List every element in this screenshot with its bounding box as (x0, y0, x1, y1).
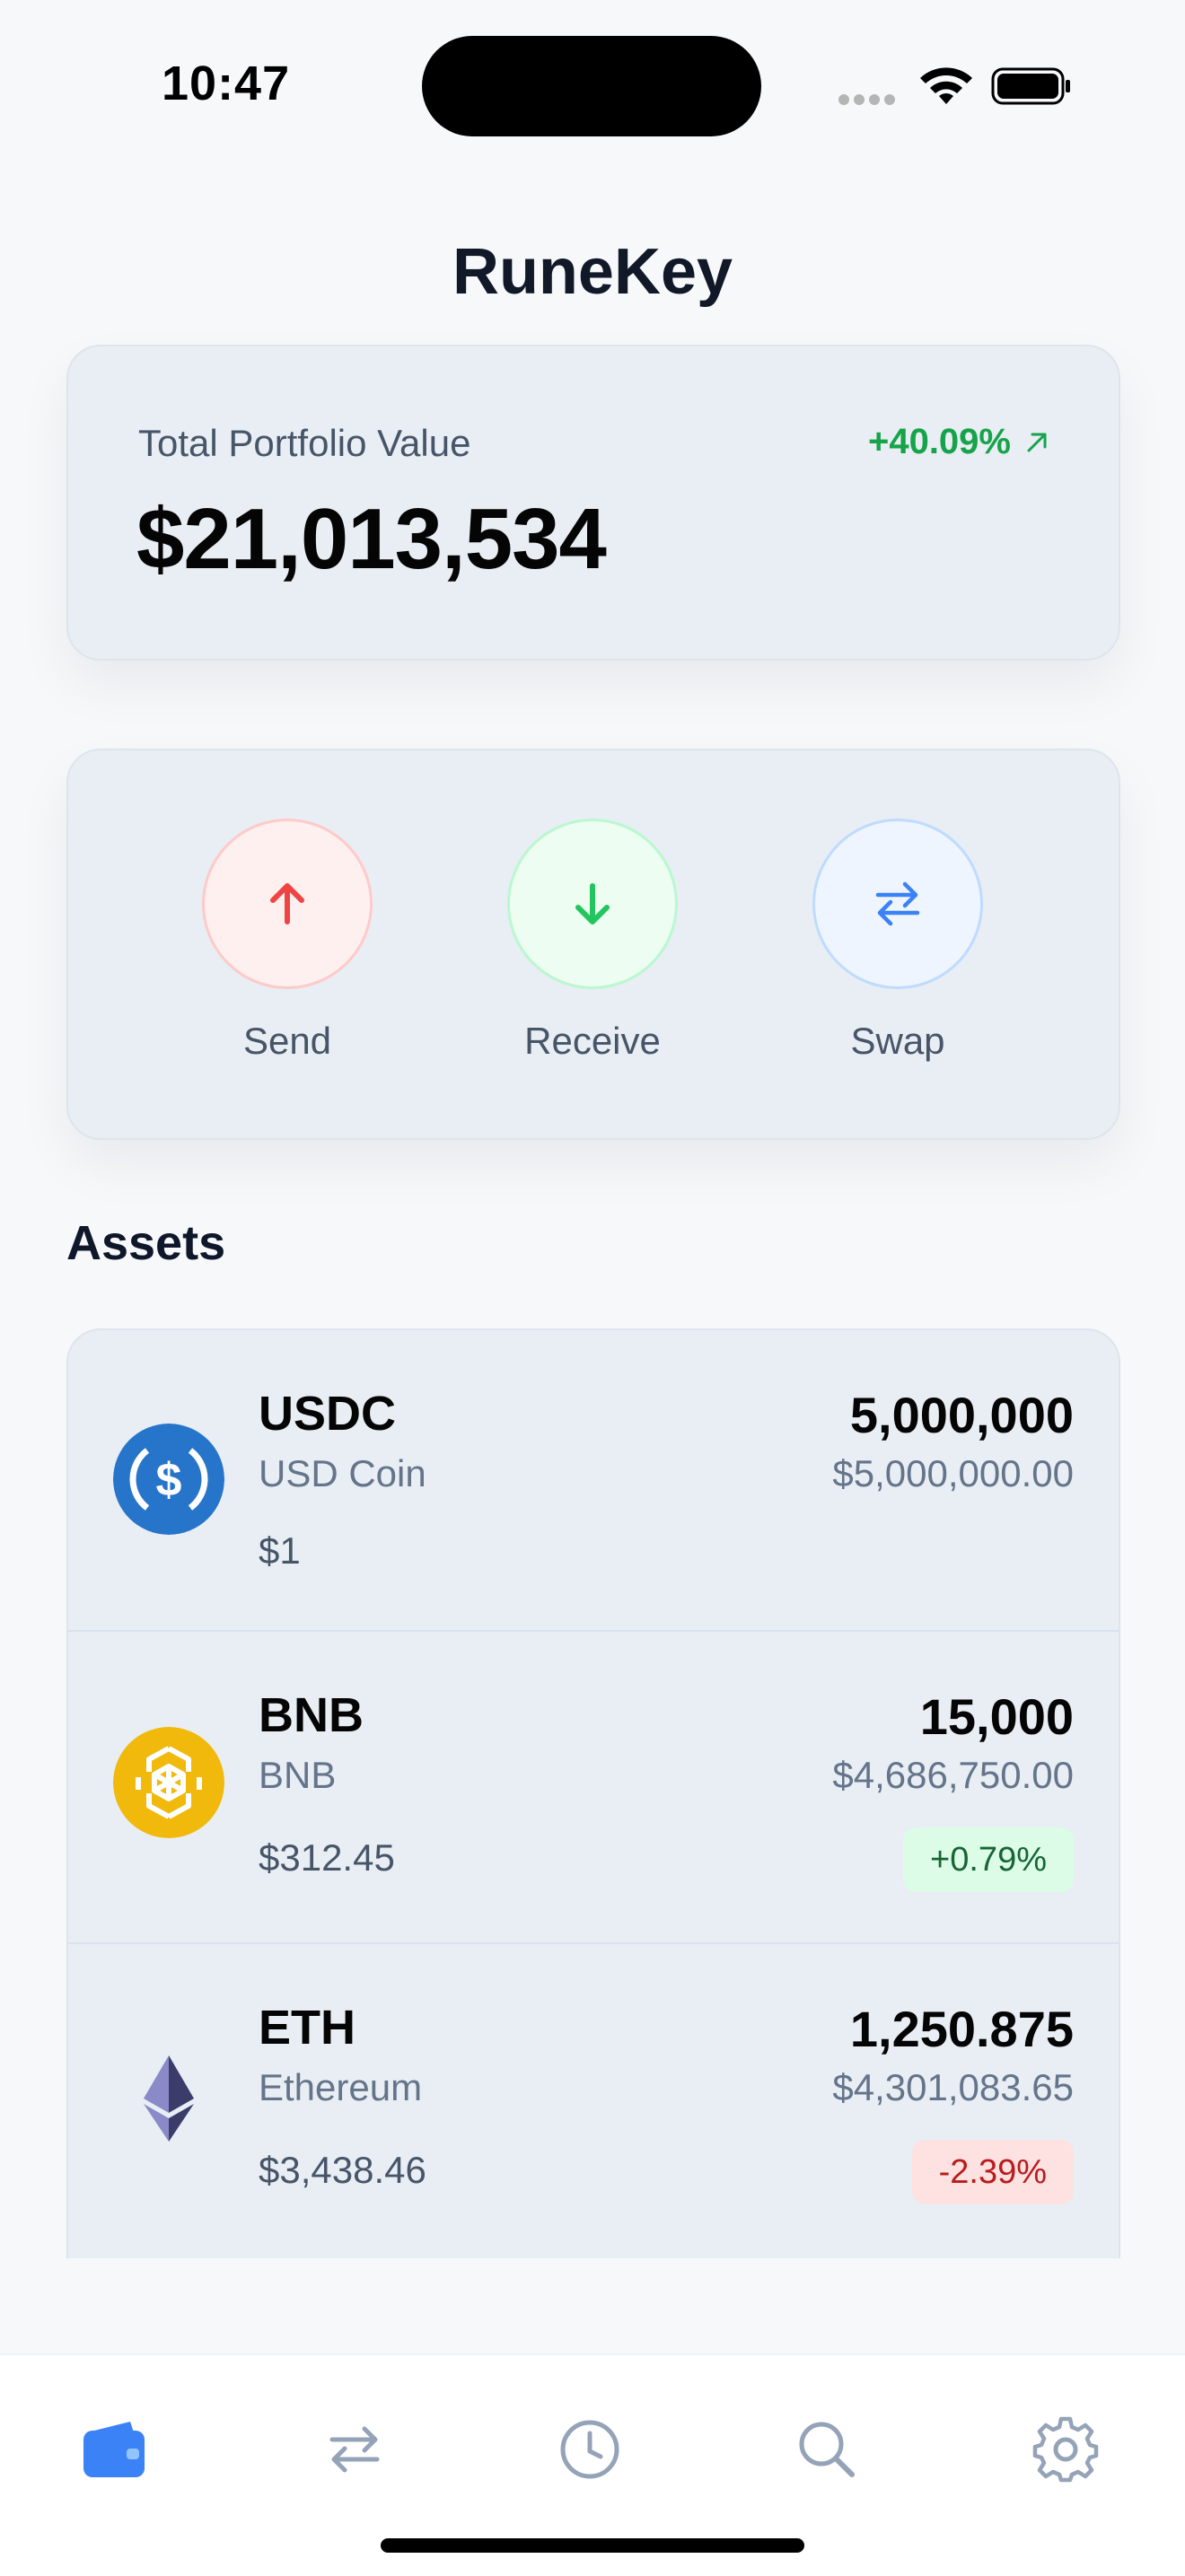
status-bar: 10:47 (0, 0, 1185, 180)
swap-icon (329, 2426, 380, 2473)
swap-arrows-icon (875, 881, 920, 926)
tab-history[interactable] (549, 2409, 630, 2490)
receive-label: Receive (524, 1020, 661, 1062)
asset-amount: 15,000 (919, 1688, 1074, 1745)
asset-usd-value: $5,000,000.00 (832, 1452, 1074, 1494)
battery-icon (991, 67, 1070, 105)
search-icon (799, 2422, 855, 2477)
portfolio-value: $21,013,534 (136, 491, 607, 587)
history-icon (560, 2420, 619, 2479)
portfolio-card: Total Portfolio Value +40.09% $21,013,53… (66, 345, 1120, 661)
cellular-signal-icon (838, 93, 900, 110)
status-time: 10:47 (162, 57, 291, 110)
asset-usd-value: $4,686,750.00 (832, 1754, 1074, 1796)
asset-name: BNB (259, 1754, 337, 1796)
send-label: Send (242, 1020, 332, 1062)
assets-heading: Assets (66, 1216, 226, 1270)
asset-list: $ USDC USD Coin $1 5,000,000 $5,000,000.… (66, 1328, 1120, 2258)
asset-name: USD Coin (259, 1452, 426, 1494)
dynamic-island (422, 36, 761, 136)
arrow-up-icon (270, 883, 304, 924)
asset-symbol: ETH (259, 2001, 356, 2055)
asset-price: $3,438.46 (259, 2149, 426, 2191)
asset-change-badge: -2.39% (911, 2140, 1074, 2204)
asset-price: $312.45 (259, 1836, 395, 1879)
tab-search[interactable] (786, 2409, 867, 2490)
asset-price: $1 (259, 1529, 301, 1572)
wallet-icon (83, 2422, 145, 2477)
home-indicator (381, 2538, 804, 2553)
tab-settings[interactable] (1025, 2409, 1106, 2490)
svg-text:$: $ (156, 1454, 182, 1506)
receive-circle[interactable] (507, 819, 678, 989)
ethereum-icon (144, 2055, 194, 2142)
send-button[interactable]: Send (171, 819, 404, 1063)
wifi-icon (920, 67, 972, 104)
asset-usd-value: $4,301,083.65 (832, 2066, 1074, 2108)
arrow-down-icon (575, 883, 610, 924)
asset-symbol: USDC (259, 1387, 397, 1441)
portfolio-label: Total Portfolio Value (138, 422, 471, 464)
portfolio-change-value: +40.09% (867, 422, 1011, 461)
asset-name: Ethereum (259, 2066, 423, 2108)
usdc-icon: $ (113, 1424, 224, 1535)
swap-circle[interactable] (812, 819, 983, 989)
asset-change-badge: +0.79% (903, 1827, 1074, 1892)
tab-wallet[interactable] (74, 2409, 154, 2490)
asset-row-eth[interactable]: ETH Ethereum $3,438.46 1,250.875 $4,301,… (68, 1944, 1119, 2258)
actions-card: Send Receive Swap (66, 749, 1120, 1140)
asset-symbol: BNB (259, 1688, 364, 1742)
asset-amount: 1,250.875 (849, 2001, 1074, 2057)
portfolio-change: +40.09% (868, 422, 1050, 462)
swap-label: Swap (850, 1020, 945, 1062)
swap-button[interactable]: Swap (781, 819, 1014, 1063)
arrow-up-right-icon (1027, 433, 1047, 451)
tab-swap[interactable] (314, 2409, 395, 2490)
bnb-icon (113, 1727, 224, 1838)
send-circle[interactable] (202, 819, 373, 989)
app-title: RuneKey (452, 236, 733, 308)
settings-icon (1032, 2416, 1099, 2483)
receive-button[interactable]: Receive (476, 819, 709, 1063)
asset-row-usdc[interactable]: $ USDC USD Coin $1 5,000,000 $5,000,000.… (68, 1330, 1119, 1632)
asset-amount: 5,000,000 (849, 1387, 1074, 1443)
asset-row-bnb[interactable]: BNB BNB $312.45 15,000 $4,686,750.00 +0.… (68, 1632, 1119, 1944)
